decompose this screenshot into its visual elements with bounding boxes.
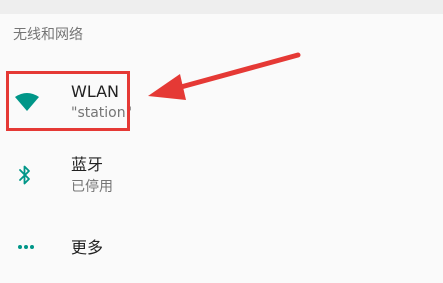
settings-item-title: WLAN [71, 82, 120, 101]
wifi-icon [15, 93, 39, 111]
settings-item-wlan[interactable]: WLAN "station" [0, 72, 443, 134]
bluetooth-icon [19, 165, 30, 185]
settings-item-subtitle: 已停用 [71, 179, 113, 195]
settings-item-title: 更多 [71, 238, 104, 257]
settings-item-bluetooth[interactable]: 蓝牙 已停用 [0, 145, 443, 207]
more-horiz-icon [18, 245, 34, 249]
top-divider-strip [0, 0, 443, 14]
settings-item-more[interactable]: 更多 [0, 222, 443, 274]
section-header-wireless-networks: 无线和网络 [13, 27, 83, 43]
settings-item-title: 蓝牙 [71, 155, 104, 174]
settings-item-subtitle: "station" [71, 105, 133, 121]
